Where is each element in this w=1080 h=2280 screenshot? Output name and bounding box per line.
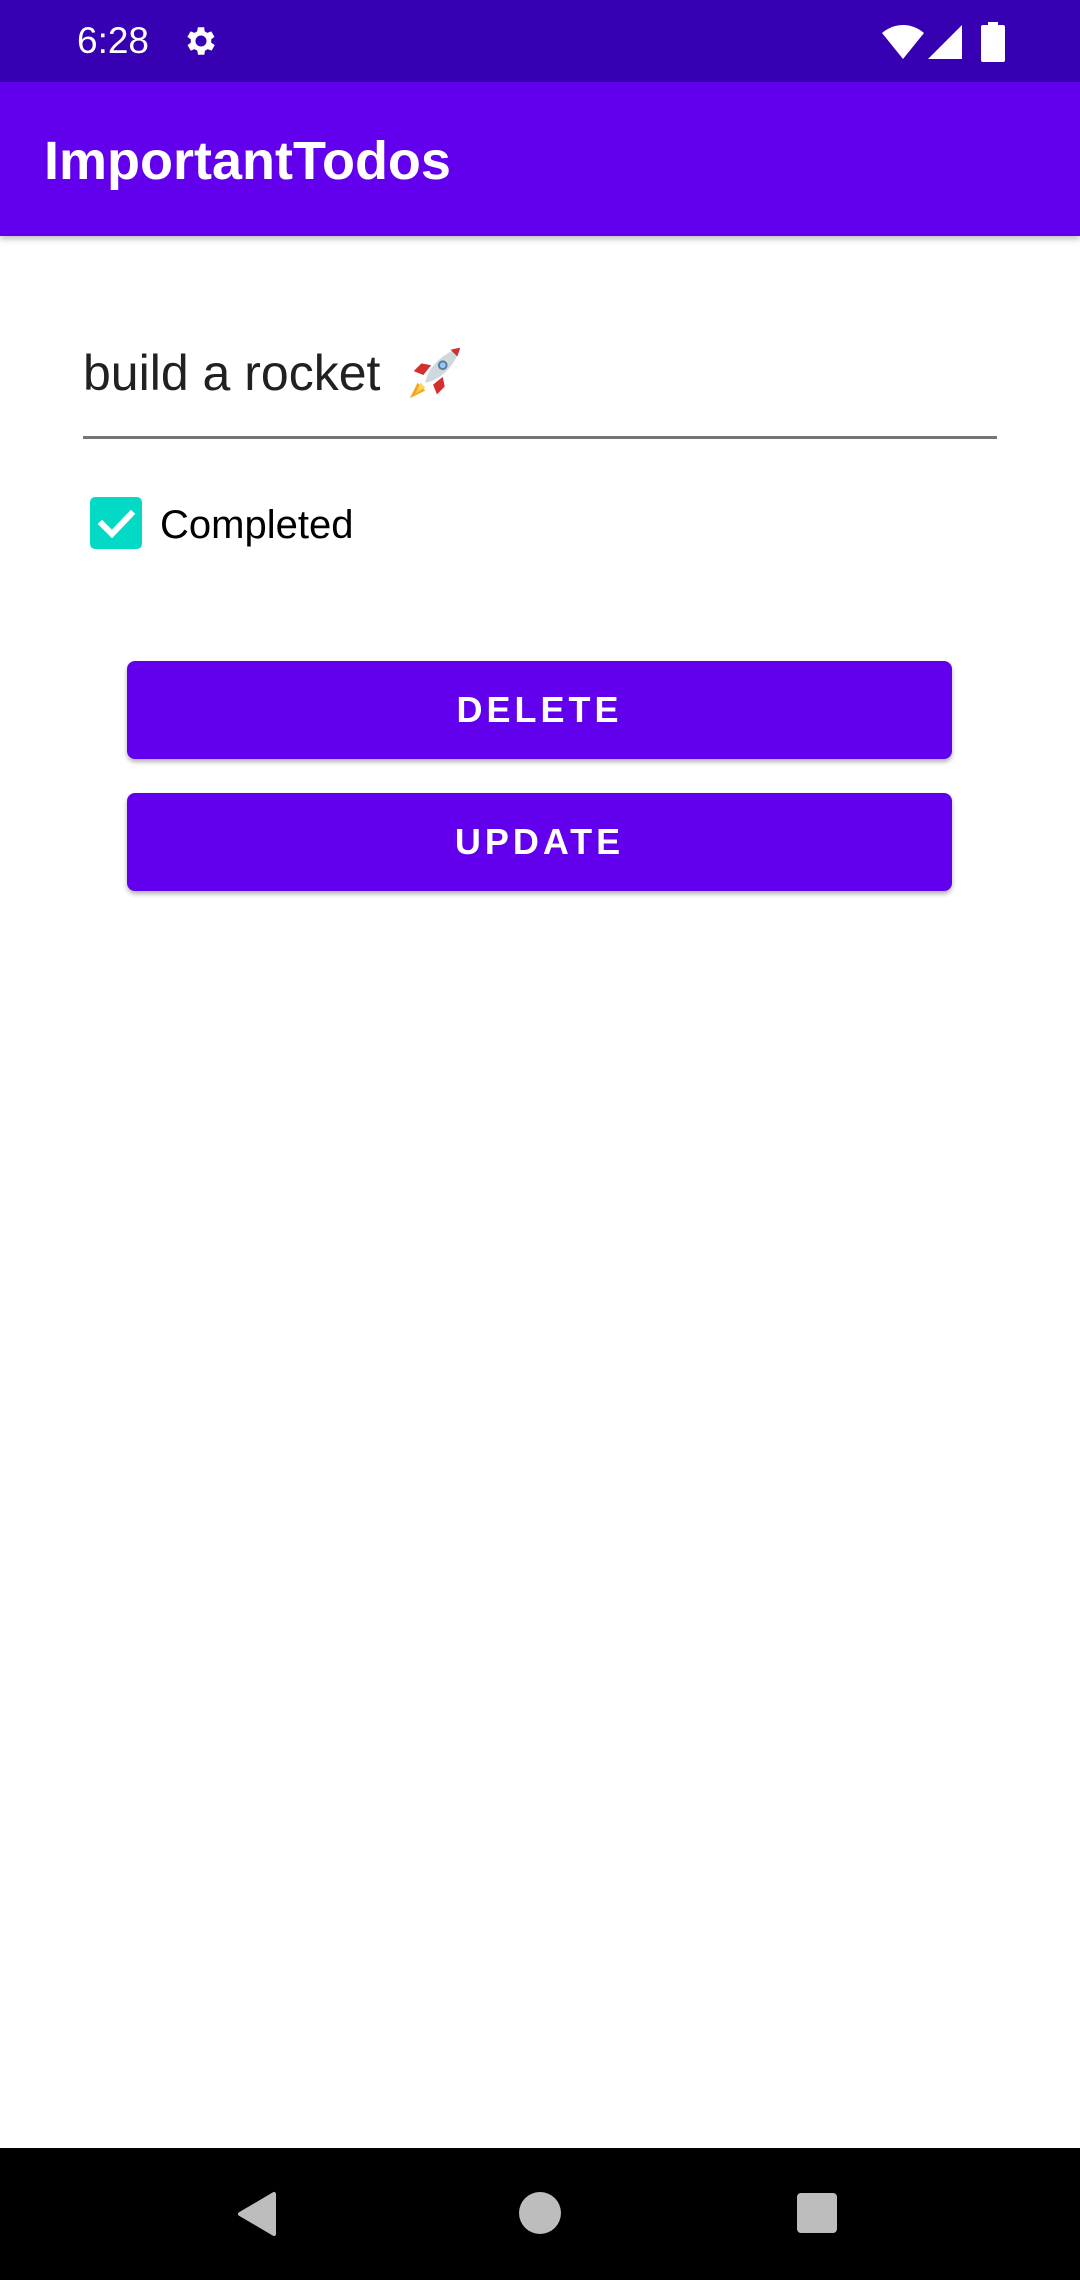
wifi-icon	[882, 25, 924, 59]
gear-icon	[187, 27, 215, 55]
check-icon	[97, 509, 136, 539]
recents-icon[interactable]	[797, 2193, 837, 2233]
delete-button[interactable]: DELETE	[127, 661, 952, 759]
completed-label[interactable]: Completed	[160, 502, 353, 548]
battery-icon	[981, 22, 1005, 62]
app-bar: ImportantTodos	[0, 82, 1080, 236]
navigation-bar	[0, 2148, 1080, 2280]
status-time: 6:28	[77, 20, 150, 61]
home-icon[interactable]	[519, 2192, 561, 2234]
rocket-icon	[410, 347, 461, 398]
update-button[interactable]: UPDATE	[127, 793, 952, 891]
signal-icon	[928, 25, 962, 59]
status-bar: 6:28	[0, 0, 1080, 82]
back-icon[interactable]	[234, 2190, 282, 2238]
completed-checkbox[interactable]	[90, 497, 142, 549]
todo-text-field[interactable]: build a rocket	[83, 332, 997, 439]
todo-text: build a rocket	[83, 345, 381, 401]
app-title: ImportantTodos	[44, 131, 451, 191]
todo-text-value: build a rocket	[83, 342, 466, 404]
